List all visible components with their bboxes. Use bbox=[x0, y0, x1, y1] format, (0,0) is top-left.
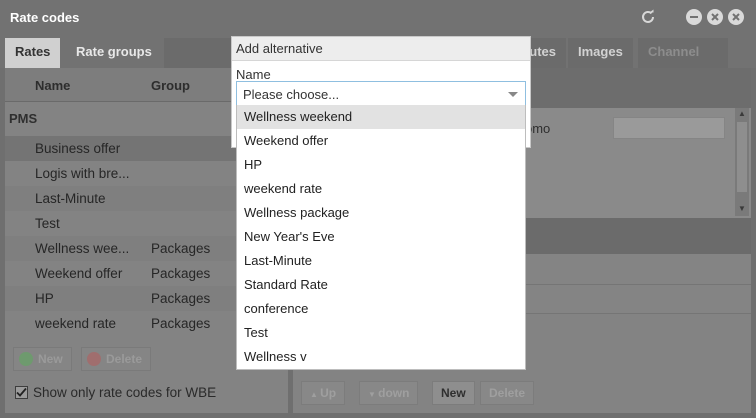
dropdown-option[interactable]: weekend rate bbox=[237, 177, 525, 201]
option-label: Wellness weekend bbox=[244, 109, 353, 124]
row-group: Packages bbox=[151, 241, 211, 256]
option-label: Test bbox=[244, 325, 268, 340]
dropdown-option[interactable]: Wellness weekend bbox=[237, 105, 525, 129]
select-value: Please choose... bbox=[243, 87, 340, 102]
new-alternative-button[interactable]: New bbox=[432, 381, 475, 405]
new-rate-button[interactable]: New bbox=[13, 347, 72, 371]
wbe-filter-label: Show only rate codes for WBE bbox=[33, 385, 217, 400]
row-name: Test bbox=[35, 216, 60, 231]
tab-rate-groups[interactable]: Rate groups bbox=[66, 38, 162, 68]
row-name: Logis with bre... bbox=[35, 166, 130, 181]
row-name: Last-Minute bbox=[35, 191, 106, 206]
tab-rates[interactable]: Rates bbox=[5, 38, 61, 68]
window-title: Rate codes bbox=[10, 10, 80, 25]
move-up-label: Up bbox=[320, 386, 337, 400]
close-icon[interactable] bbox=[728, 9, 744, 25]
option-label: Wellness package bbox=[244, 205, 350, 220]
row-name: Business offer bbox=[35, 141, 121, 156]
wbe-filter-checkbox[interactable] bbox=[15, 386, 28, 399]
arrow-down-icon: ▼ bbox=[368, 390, 379, 399]
delete-rate-button[interactable]: Delete bbox=[81, 347, 152, 371]
scroll-down-icon[interactable]: ▼ bbox=[738, 204, 746, 213]
scroll-thumb[interactable] bbox=[737, 122, 747, 192]
row-group: Packages bbox=[151, 316, 211, 331]
row-name: Weekend offer bbox=[35, 266, 123, 281]
dropdown-option[interactable]: conference bbox=[237, 297, 525, 321]
new-rate-label: New bbox=[38, 352, 63, 366]
dropdown-option[interactable]: New Year's Eve bbox=[237, 225, 525, 249]
arrow-up-icon: ▲ bbox=[310, 390, 321, 399]
row-group: Packages bbox=[151, 291, 211, 306]
chevron-down-icon[interactable] bbox=[508, 92, 518, 97]
name-label: Name bbox=[236, 67, 271, 82]
move-down-label: down bbox=[378, 386, 410, 400]
column-name[interactable]: Name bbox=[35, 78, 70, 93]
tab-images[interactable]: Images bbox=[568, 38, 633, 68]
dropdown-option[interactable]: Last-Minute bbox=[237, 249, 525, 273]
name-dropdown-list: Wellness weekend Weekend offer HP weeken… bbox=[236, 105, 526, 370]
move-down-button[interactable]: ▼ down bbox=[359, 381, 419, 405]
option-label: New Year's Eve bbox=[244, 229, 335, 244]
row-name: weekend rate bbox=[35, 316, 117, 331]
add-icon bbox=[19, 352, 33, 366]
tab-channel[interactable]: Channel bbox=[638, 38, 728, 68]
row-name: Wellness wee... bbox=[35, 241, 130, 256]
tab-hidden[interactable] bbox=[164, 38, 234, 68]
name-select[interactable]: Please choose... bbox=[236, 81, 526, 106]
column-group[interactable]: Group bbox=[151, 78, 190, 93]
option-label: weekend rate bbox=[244, 181, 323, 196]
option-label: conference bbox=[244, 301, 309, 316]
option-label: Last-Minute bbox=[244, 253, 312, 268]
group-header-label: PMS bbox=[9, 111, 38, 126]
dialog-header: Add alternative bbox=[232, 37, 530, 61]
dialog-title: Add alternative bbox=[236, 41, 323, 56]
dropdown-option[interactable]: HP bbox=[237, 153, 525, 177]
maximize-icon[interactable] bbox=[707, 9, 723, 25]
delete-rate-label: Delete bbox=[106, 352, 143, 366]
promo-input[interactable] bbox=[613, 117, 725, 139]
row-group: Packages bbox=[151, 266, 211, 281]
window-titlebar: Rate codes bbox=[0, 0, 756, 36]
option-label: Standard Rate bbox=[244, 277, 328, 292]
refresh-icon[interactable] bbox=[640, 9, 656, 25]
option-label: Weekend offer bbox=[244, 133, 329, 148]
option-label: HP bbox=[244, 157, 263, 172]
dropdown-option[interactable]: Wellness package bbox=[237, 201, 525, 225]
row-name: HP bbox=[35, 291, 54, 306]
dropdown-option[interactable]: Wellness v bbox=[237, 345, 525, 369]
delete-icon bbox=[87, 352, 101, 366]
option-label: Wellness v bbox=[244, 349, 307, 364]
dropdown-option[interactable]: Test bbox=[237, 321, 525, 345]
scroll-up-icon[interactable]: ▲ bbox=[738, 109, 746, 118]
move-up-button[interactable]: ▲ Up bbox=[301, 381, 346, 405]
details-scrollbar[interactable]: ▲ ▼ bbox=[735, 108, 749, 216]
dropdown-option[interactable]: Standard Rate bbox=[237, 273, 525, 297]
minimize-icon[interactable] bbox=[686, 9, 702, 25]
delete-alternative-button[interactable]: Delete bbox=[480, 381, 535, 405]
dropdown-option[interactable]: Weekend offer bbox=[237, 129, 525, 153]
